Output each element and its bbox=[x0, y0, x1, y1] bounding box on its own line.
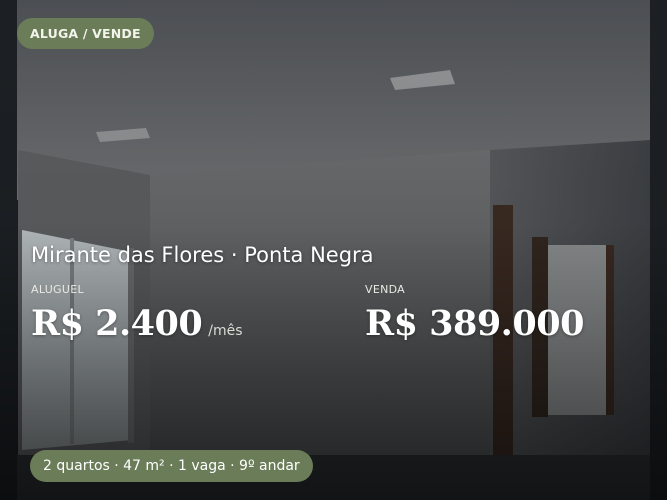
sale-price-block: VENDA R$ 389.000 bbox=[365, 283, 584, 345]
rent-unit: /mês bbox=[208, 323, 243, 339]
rent-label: ALUGUEL bbox=[31, 283, 84, 296]
listing-card[interactable]: ALUGA / VENDE Mirante das Flores · Ponta… bbox=[0, 0, 667, 500]
rent-price: R$ 2.400 bbox=[31, 303, 203, 344]
listing-type-badge: ALUGA / VENDE bbox=[17, 18, 154, 49]
rent-price-block: ALUGUEL R$ 2.400/mês bbox=[31, 283, 243, 345]
sale-price: R$ 389.000 bbox=[365, 303, 584, 344]
sale-label: VENDA bbox=[365, 283, 406, 296]
listing-title: Mirante das Flores · Ponta Negra bbox=[31, 243, 374, 267]
features-pill: 2 quartos · 47 m² · 1 vaga · 9º andar bbox=[30, 450, 313, 482]
